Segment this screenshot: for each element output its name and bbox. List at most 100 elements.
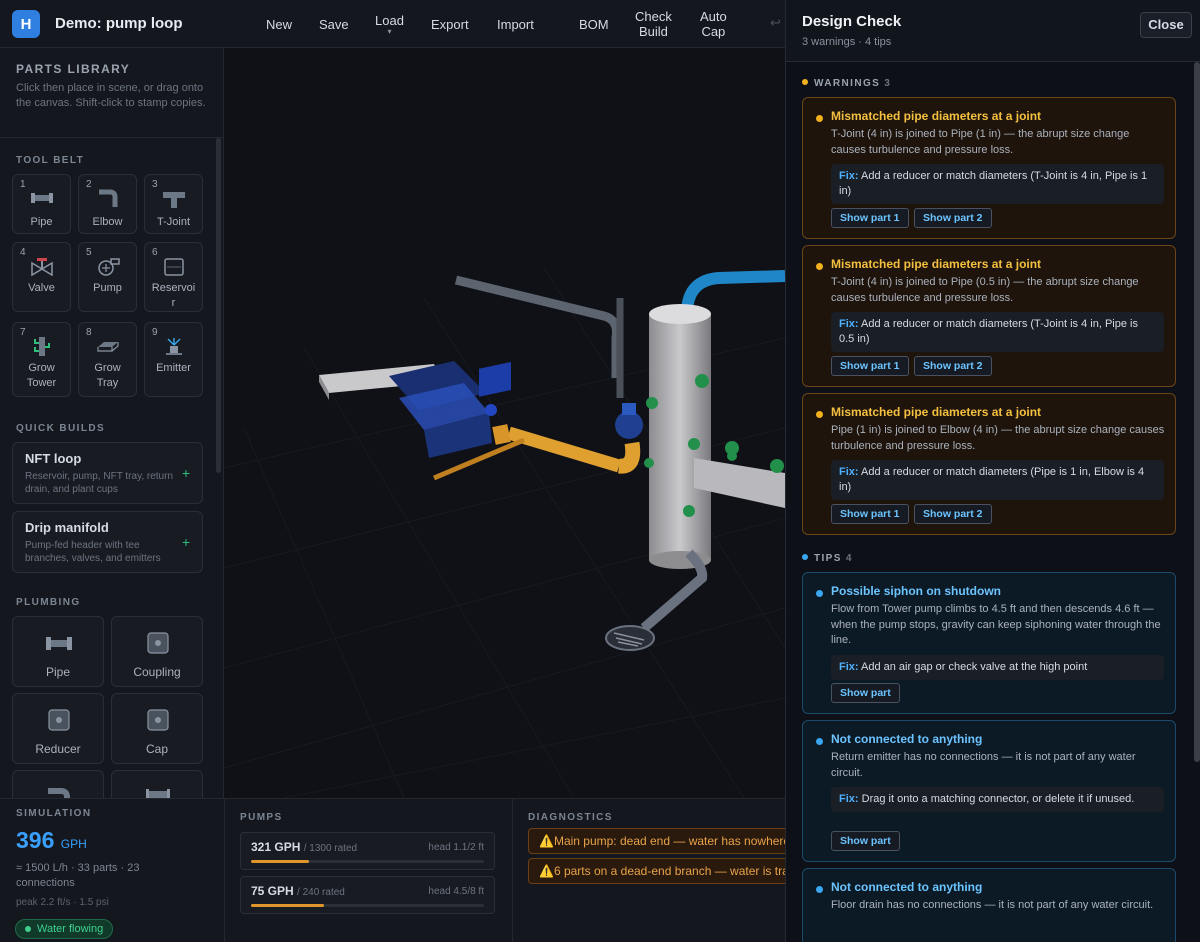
scene-canvas[interactable] xyxy=(224,48,785,798)
warning-dot-icon xyxy=(816,263,823,270)
quick-build-drip-manifold[interactable]: Drip manifold Pump-fed header with tee b… xyxy=(12,511,203,573)
show-part-1-button[interactable]: Show part 1 xyxy=(831,356,909,376)
grow-tray-icon xyxy=(97,342,119,352)
plumbing-pipe[interactable]: Pipe xyxy=(12,616,104,687)
diagnostic-item[interactable]: ⚠️6 parts on a dead-end branch — water i… xyxy=(528,858,785,884)
elbow-icon xyxy=(99,189,118,207)
chevron-down-icon: ▾ xyxy=(387,26,392,36)
reservoir-icon xyxy=(164,258,184,276)
load-button[interactable]: Load ▾ xyxy=(375,0,404,48)
parts-library-panel: PARTS LIBRARY Click then place in scene,… xyxy=(0,48,224,798)
tool-reservoir[interactable]: 6 Reservoi r xyxy=(144,242,203,312)
plus-icon[interactable]: + xyxy=(182,465,190,481)
valve-icon xyxy=(31,258,53,277)
divider xyxy=(512,799,513,942)
fix-suggestion: Fix: Add a reducer or match diameters (T… xyxy=(831,312,1164,352)
show-part-2-button[interactable]: Show part 2 xyxy=(914,504,992,524)
close-button[interactable]: Close xyxy=(1140,12,1192,38)
tip-dot-icon xyxy=(816,886,823,893)
app-logo[interactable]: H xyxy=(12,10,40,38)
emitter-icon xyxy=(166,338,182,355)
quick-builds-title: QUICK BUILDS xyxy=(16,423,106,434)
quick-build-nft-loop[interactable]: NFT loop Reservoir, pump, NFT tray, retu… xyxy=(12,442,203,504)
plumbing-elbow[interactable] xyxy=(12,770,104,798)
tool-belt-title: TOOL BELT xyxy=(16,155,85,166)
document-title[interactable]: Demo: pump loop xyxy=(55,15,183,32)
fix-suggestion: Fix: Add a reducer or match diameters (P… xyxy=(831,460,1164,500)
bom-button[interactable]: BOM xyxy=(579,0,609,48)
show-part-button[interactable]: Show part xyxy=(831,831,900,851)
library-scrollbar[interactable] xyxy=(216,138,221,473)
show-part-1-button[interactable]: Show part 1 xyxy=(831,504,909,524)
pipe-icon xyxy=(31,193,53,203)
coupling-icon xyxy=(147,632,169,654)
tool-grow-tray[interactable]: 8 Grow Tray xyxy=(78,322,137,397)
tool-grow-tower[interactable]: 7 Grow Tower xyxy=(12,322,71,397)
status-badge: Water flowing xyxy=(15,919,114,939)
simulation-peak: peak 2.2 ft/s · 1.5 psi xyxy=(16,897,109,908)
undo-icon[interactable]: ↩ xyxy=(770,15,781,31)
tip-card: Possible siphon on shutdown Flow from To… xyxy=(802,572,1176,714)
tool-tjoint[interactable]: 3 T-Joint xyxy=(144,174,203,234)
diagnostics-title: DIAGNOSTICS xyxy=(528,812,613,823)
show-part-1-button[interactable]: Show part 1 xyxy=(831,208,909,228)
auto-cap-button[interactable]: Auto Cap xyxy=(700,0,727,48)
design-check-title: Design Check xyxy=(802,13,902,30)
show-part-2-button[interactable]: Show part 2 xyxy=(914,356,992,376)
panel-scrollbar[interactable] xyxy=(1194,62,1200,762)
tip-dot-icon xyxy=(816,738,823,745)
pump-card[interactable]: 321 GPH / 1300 rated head 1.1/2 ft xyxy=(240,832,495,870)
tip-card: Not connected to anything Return emitter… xyxy=(802,720,1176,862)
flow-rate-readout: 396 GPH xyxy=(16,827,87,853)
pump-card[interactable]: 75 GPH / 240 rated head 4.5/8 ft xyxy=(240,876,495,914)
warning-dot-icon xyxy=(816,115,823,122)
pump-icon xyxy=(98,258,120,276)
divider xyxy=(0,137,223,138)
tool-pipe[interactable]: 1 Pipe xyxy=(12,174,71,234)
parts-library-title: PARTS LIBRARY xyxy=(16,62,131,76)
scene-viewport[interactable] xyxy=(224,48,785,798)
plumbing-title: PLUMBING xyxy=(16,597,81,608)
fix-suggestion: Fix: Drag it onto a matching connector, … xyxy=(831,787,1164,812)
app-root: H Demo: pump loop New Save Load ▾ Export … xyxy=(0,0,1200,942)
grow-tower-icon xyxy=(34,337,50,356)
import-button[interactable]: Import xyxy=(497,0,534,48)
plus-icon[interactable]: + xyxy=(182,534,190,550)
tips-section-title: TIPS 4 xyxy=(802,553,853,564)
tip-dot-icon xyxy=(802,554,808,560)
simulation-title: SIMULATION xyxy=(16,808,92,819)
tool-pump[interactable]: 5 Pump xyxy=(78,242,137,312)
plumbing-tee[interactable] xyxy=(111,770,203,798)
fix-suggestion: Fix: Add an air gap or check valve at th… xyxy=(831,655,1164,680)
show-part-2-button[interactable]: Show part 2 xyxy=(914,208,992,228)
export-button[interactable]: Export xyxy=(431,0,469,48)
tool-emitter[interactable]: 9 Emitter xyxy=(144,322,203,397)
tool-elbow[interactable]: 2 Elbow xyxy=(78,174,137,234)
reservoir-model[interactable] xyxy=(389,361,492,458)
blue-pipe-model[interactable] xyxy=(681,270,785,311)
pump-load-bar xyxy=(251,904,484,907)
elbow-icon xyxy=(48,788,70,798)
plumbing-cap[interactable]: Cap xyxy=(111,693,203,764)
warnings-section-title: WARNINGS 3 xyxy=(802,78,891,89)
tjoint-icon xyxy=(146,789,170,798)
tip-card: Not connected to anything Floor drain ha… xyxy=(802,868,1176,942)
tjoint-icon xyxy=(163,192,185,208)
new-button[interactable]: New xyxy=(266,0,292,48)
grow-tower-model[interactable] xyxy=(649,304,711,569)
plumbing-reducer[interactable]: Reducer xyxy=(12,693,104,764)
design-check-summary: 3 warnings · 4 tips xyxy=(802,36,892,48)
pumps-title: PUMPS xyxy=(240,812,283,823)
parts-library-help: Click then place in scene, or drag onto … xyxy=(16,82,206,109)
warning-card: Mismatched pipe diameters at a joint T-J… xyxy=(802,245,1176,387)
tool-valve[interactable]: 4 Valve xyxy=(12,242,71,312)
show-part-button[interactable]: Show part xyxy=(831,683,900,703)
check-build-button[interactable]: Check Build xyxy=(635,0,672,48)
pipe-icon xyxy=(46,637,72,650)
diagnostic-item[interactable]: ⚠️Main pump: dead end — water has nowher… xyxy=(528,828,785,854)
warning-dot-icon xyxy=(802,79,808,85)
valve-model[interactable] xyxy=(615,403,643,439)
fix-suggestion: Fix: Add a reducer or match diameters (T… xyxy=(831,164,1164,204)
save-button[interactable]: Save xyxy=(319,0,349,48)
plumbing-coupling[interactable]: Coupling xyxy=(111,616,203,687)
